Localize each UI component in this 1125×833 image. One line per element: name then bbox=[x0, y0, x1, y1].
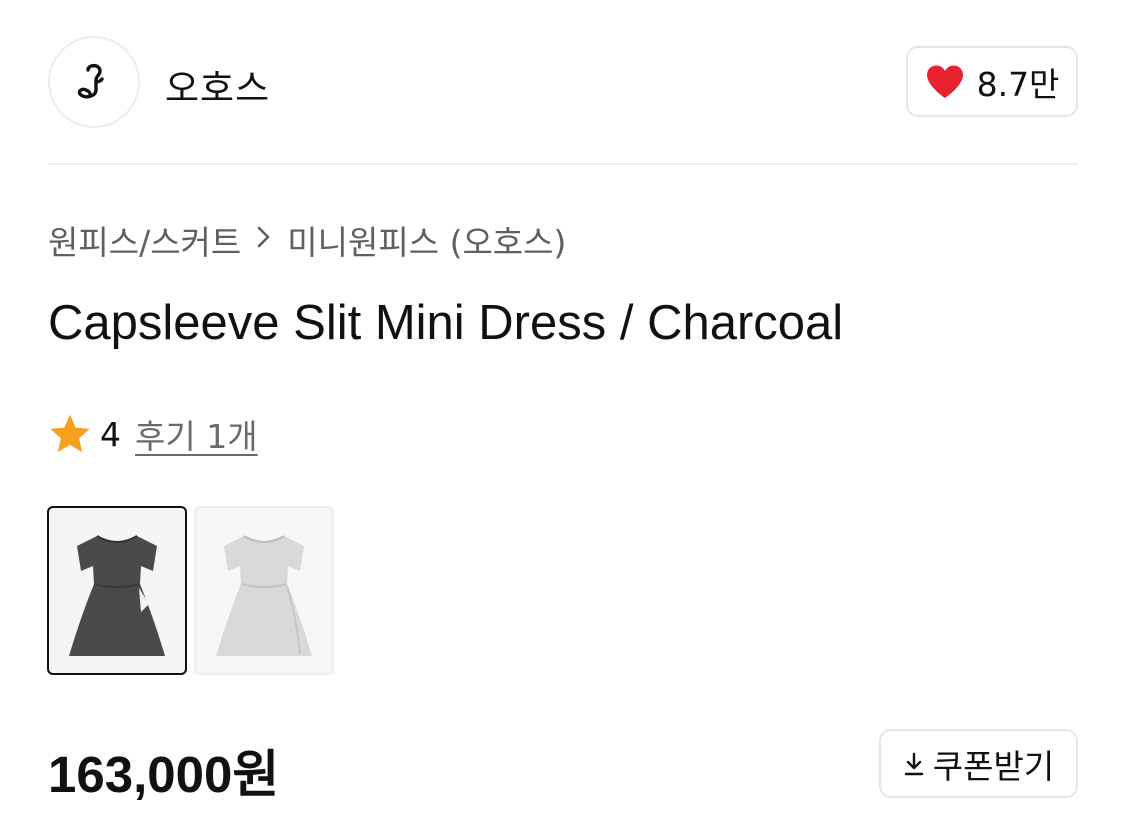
star-icon bbox=[50, 414, 90, 453]
rating-score: 4 bbox=[100, 414, 121, 454]
charcoal-dress-image bbox=[69, 534, 165, 656]
rating-row: 4 후기 1개 bbox=[48, 410, 258, 458]
download-arrow-icon bbox=[904, 752, 923, 775]
like-button[interactable]: 8.7만 bbox=[906, 46, 1078, 117]
like-count: 8.7만 bbox=[976, 64, 1060, 104]
coupon-download-button[interactable]: 쿠폰받기 bbox=[879, 729, 1078, 798]
color-thumbnail-charcoal[interactable] bbox=[47, 506, 187, 675]
product-price: 163,000원 bbox=[48, 746, 280, 803]
product-title: Capsleeve Slit Mini Dress / Charcoal bbox=[48, 296, 844, 350]
coupon-label: 쿠폰받기 bbox=[932, 746, 1055, 786]
product-header-page: 오호스 8.7만 원피스/스커트 미니원피스 (오호스) Capsleeve S… bbox=[0, 0, 1125, 833]
breadcrumb-subcategory[interactable]: 미니원피스 (오호스) bbox=[287, 216, 566, 264]
header-divider bbox=[48, 163, 1078, 165]
breadcrumb: 원피스/스커트 미니원피스 (오호스) bbox=[48, 216, 566, 264]
brand-name[interactable]: 오호스 bbox=[165, 58, 270, 112]
chevron-right-icon bbox=[255, 223, 273, 258]
breadcrumb-category[interactable]: 원피스/스커트 bbox=[48, 216, 241, 264]
color-thumbnail-light-gray[interactable] bbox=[194, 506, 334, 675]
heart-icon bbox=[926, 65, 963, 98]
brand-logo[interactable] bbox=[48, 36, 140, 128]
light-gray-dress-image bbox=[216, 534, 312, 656]
music-note-logo-icon bbox=[77, 63, 104, 99]
reviews-link[interactable]: 후기 1개 bbox=[135, 410, 258, 458]
